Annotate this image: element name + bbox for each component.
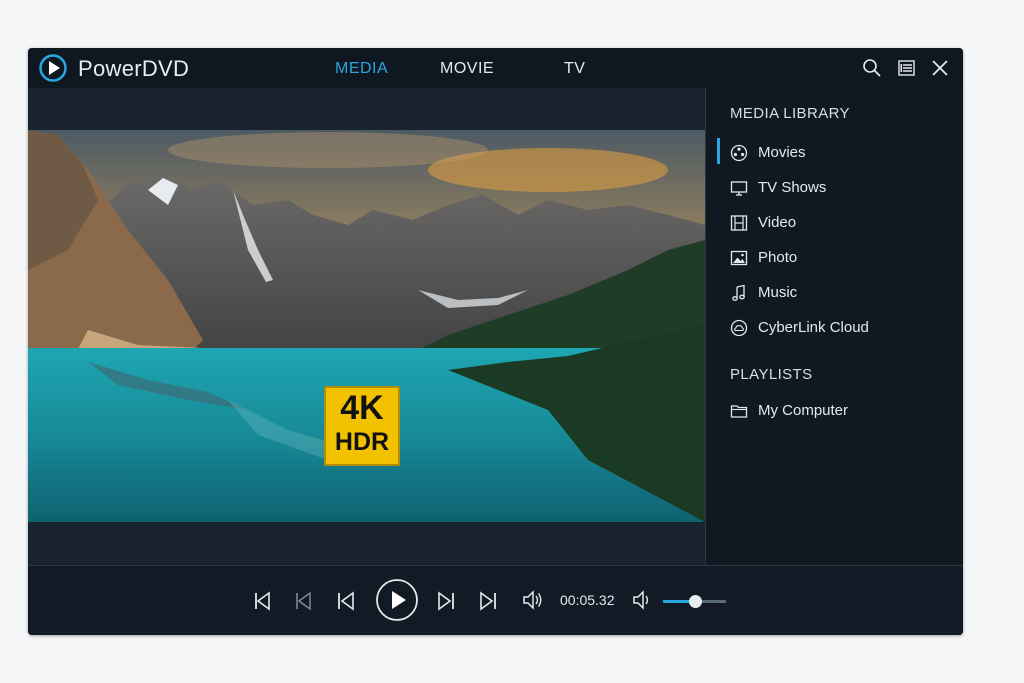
sidebar-item-label: Video bbox=[758, 214, 797, 231]
sidebar-item-label: Music bbox=[758, 284, 798, 301]
sidebar-item-music[interactable]: Music bbox=[730, 281, 950, 305]
folder-icon bbox=[730, 405, 748, 418]
previous-chapter-icon[interactable] bbox=[294, 590, 314, 612]
close-icon[interactable] bbox=[930, 58, 950, 78]
tab-tv[interactable]: TV bbox=[564, 60, 585, 78]
tv-icon bbox=[730, 181, 748, 196]
sidebar-item-tv-shows[interactable]: TV Shows bbox=[730, 176, 950, 200]
search-icon[interactable] bbox=[862, 58, 882, 78]
playlist-icon[interactable] bbox=[897, 58, 917, 78]
tab-media[interactable]: MEDIA bbox=[335, 60, 388, 78]
4k-hdr-badge: 4K HDR bbox=[324, 386, 400, 466]
sidebar-item-movies[interactable]: Movies bbox=[717, 138, 950, 165]
cloud-icon bbox=[730, 319, 748, 337]
sidebar-item-label: My Computer bbox=[758, 402, 849, 419]
sidebar-item-cyberlink-cloud[interactable]: CyberLink Cloud bbox=[730, 316, 950, 340]
volume-slider[interactable] bbox=[663, 595, 726, 608]
previous-icon[interactable] bbox=[336, 590, 356, 612]
film-reel-icon bbox=[730, 144, 748, 162]
app-title: PowerDVD bbox=[78, 56, 190, 81]
media-library-heading: MEDIA LIBRARY bbox=[730, 105, 850, 122]
tab-movie[interactable]: MOVIE bbox=[440, 60, 494, 78]
playback-time: 00:05.32 bbox=[560, 592, 615, 608]
film-strip-icon bbox=[730, 215, 748, 231]
play-button[interactable] bbox=[375, 578, 419, 622]
skip-to-end-icon[interactable] bbox=[478, 590, 498, 612]
powerdvd-logo-icon bbox=[39, 54, 67, 82]
next-icon[interactable] bbox=[436, 590, 456, 612]
sidebar-item-label: TV Shows bbox=[758, 179, 827, 196]
playlists-heading: PLAYLISTS bbox=[730, 366, 813, 383]
volume-slider-thumb[interactable] bbox=[688, 595, 702, 608]
sidebar-item-my-computer[interactable]: My Computer bbox=[730, 399, 950, 423]
skip-to-start-icon[interactable] bbox=[253, 590, 273, 612]
playback-controls-bar: 00:05.32 bbox=[28, 565, 963, 635]
audio-icon[interactable] bbox=[521, 588, 545, 612]
badge-4k-text: 4K bbox=[340, 389, 384, 427]
title-bar: PowerDVD MEDIA MOVIE TV bbox=[28, 48, 963, 88]
badge-hdr-text: HDR bbox=[334, 428, 390, 456]
image-icon bbox=[730, 250, 748, 266]
sidebar-item-label: CyberLink Cloud bbox=[758, 319, 869, 336]
media-content-area: 4K HDR bbox=[28, 88, 705, 565]
sidebar-item-label: Photo bbox=[758, 249, 798, 266]
volume-icon[interactable] bbox=[631, 588, 655, 612]
powerdvd-window: PowerDVD MEDIA MOVIE TV 4K HDR MEDIA LIB… bbox=[28, 48, 963, 635]
sidebar-item-label: Movies bbox=[758, 144, 806, 161]
sidebar-item-video[interactable]: Video bbox=[730, 211, 950, 235]
sidebar-item-photo[interactable]: Photo bbox=[730, 246, 950, 270]
video-preview[interactable]: 4K HDR bbox=[28, 130, 705, 522]
media-library-sidebar: MEDIA LIBRARY Movies TV Shows Video Phot… bbox=[705, 88, 963, 565]
music-note-icon bbox=[732, 284, 745, 301]
